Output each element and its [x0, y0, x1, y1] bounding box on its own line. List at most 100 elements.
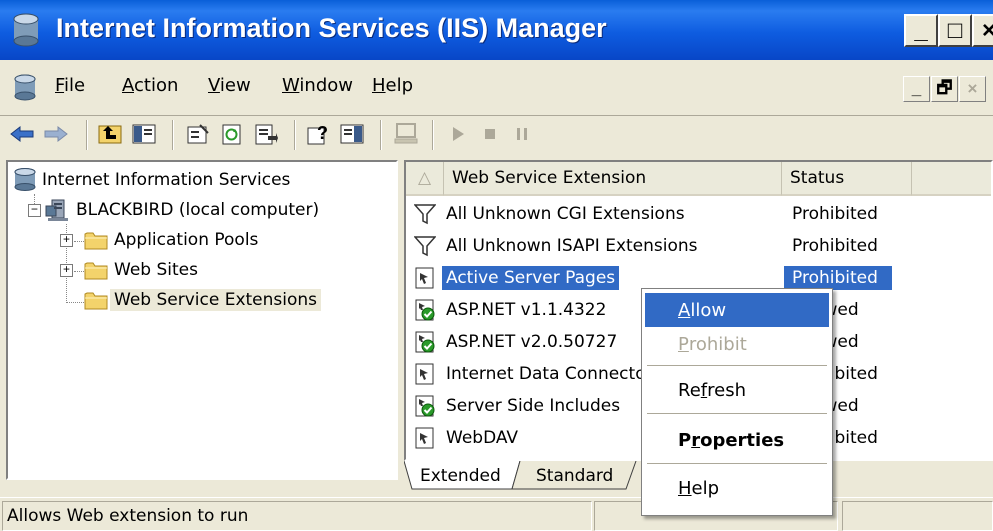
menu-file[interactable]: File	[55, 75, 85, 96]
play-icon[interactable]	[444, 120, 472, 148]
help-mnemonic: H	[678, 477, 692, 499]
menu-bar: File Action View Window Help _ 🗗 ×	[0, 60, 993, 116]
extension-icon	[414, 267, 436, 289]
properties-rest: operties	[700, 429, 785, 451]
menu-file-mnemonic: F	[55, 75, 65, 96]
menu-window-rest: indow	[299, 75, 353, 96]
status-bar: Allows Web extension to run	[0, 497, 993, 531]
help-icon[interactable]: ?	[304, 120, 332, 148]
tree-expander-web-sites[interactable]: +	[60, 264, 73, 277]
prohibit-mnemonic: P	[678, 333, 689, 355]
list-item-name: Active Server Pages	[442, 266, 620, 290]
properties-pre: P	[678, 429, 692, 451]
tree-pane[interactable]: Internet Information Services − BLACKBIR…	[6, 160, 398, 480]
show-action-pane-icon[interactable]	[338, 120, 366, 148]
stop-icon[interactable]	[476, 120, 504, 148]
menu-help-mnemonic: H	[372, 75, 386, 96]
folder-icon	[84, 232, 108, 250]
list-item-name: ASP.NET v1.1.4322	[446, 300, 607, 320]
tab-extended[interactable]: Extended	[410, 461, 511, 490]
context-menu-help[interactable]: Help	[645, 471, 829, 505]
tree-item-web-service-extensions-label: Web Service Extensions	[110, 289, 322, 311]
context-menu-separator	[647, 365, 827, 366]
tree-line	[66, 302, 86, 303]
column-header-extension[interactable]: Web Service Extension	[444, 162, 782, 196]
column-header-status[interactable]: Status	[782, 162, 912, 196]
column-header-empty	[912, 162, 991, 196]
allow-rest: llow	[690, 299, 727, 321]
mdi-minimize-button[interactable]: _	[903, 76, 930, 102]
menu-help-rest: elp	[385, 75, 414, 96]
console-icon[interactable]	[12, 74, 38, 102]
context-menu-separator	[647, 463, 827, 464]
allow-mnemonic: A	[678, 299, 691, 321]
tree-item-web-sites[interactable]: Web Sites	[84, 256, 202, 284]
list-item-status: Prohibited	[792, 236, 878, 256]
menu-action-mnemonic: A	[122, 75, 134, 96]
svg-text:?: ?	[317, 123, 328, 143]
toolbar-separator	[86, 120, 88, 150]
status-text: Allows Web extension to run	[2, 501, 592, 531]
menu-help[interactable]: Help	[372, 75, 413, 96]
tree-item-computer[interactable]: BLACKBIRD (local computer)	[44, 196, 323, 224]
list-item-name: Internet Data Connector	[446, 364, 653, 384]
forward-icon[interactable]	[42, 120, 70, 148]
menu-window[interactable]: Window	[282, 75, 353, 96]
list-item-status: Prohibited	[792, 204, 878, 224]
window-title: Internet Information Services (IIS) Mana…	[56, 13, 607, 43]
menu-file-rest: ile	[64, 75, 86, 96]
pause-icon[interactable]	[508, 120, 536, 148]
list-item-name: All Unknown ISAPI Extensions	[446, 236, 698, 256]
computer-icon[interactable]	[392, 120, 420, 148]
menu-action[interactable]: Action	[122, 75, 178, 96]
list-item[interactable]: All Unknown CGI Extensions Prohibited	[406, 198, 991, 230]
filter-icon	[413, 235, 437, 257]
up-level-icon[interactable]	[96, 120, 124, 148]
toolbar: ?	[0, 116, 993, 154]
mdi-close-button[interactable]: ×	[959, 76, 986, 102]
maximize-button[interactable]: □	[938, 14, 972, 47]
iis-node-icon	[14, 168, 36, 191]
tree-item-root[interactable]: Internet Information Services	[12, 166, 294, 194]
back-icon[interactable]	[8, 120, 36, 148]
context-menu-refresh[interactable]: Re f resh	[645, 373, 829, 407]
toolbar-separator	[172, 120, 174, 150]
list-item-status: Prohibited	[784, 266, 892, 290]
tree-item-application-pools-label: Application Pools	[114, 230, 259, 250]
tree-expander-computer[interactable]: −	[28, 204, 41, 217]
tree-item-web-service-extensions[interactable]: Web Service Extensions	[84, 286, 322, 314]
context-menu-properties[interactable]: Pr operties	[645, 423, 829, 457]
list-item-name: ASP.NET v2.0.50727	[446, 332, 618, 352]
menu-view-mnemonic: V	[208, 75, 220, 96]
toolbar-separator	[380, 120, 382, 150]
close-button[interactable]: ×	[972, 14, 993, 47]
refresh-icon[interactable]	[218, 120, 246, 148]
tree-item-root-label: Internet Information Services	[42, 170, 291, 190]
title-bar[interactable]: Internet Information Services (IIS) Mana…	[0, 0, 993, 60]
tree-expander-app-pools[interactable]: +	[60, 234, 73, 247]
extension-allowed-icon	[414, 331, 436, 353]
tab-standard[interactable]: Standard	[526, 461, 623, 490]
extension-allowed-icon	[414, 395, 436, 417]
minimize-button[interactable]: _	[904, 14, 938, 47]
list-item[interactable]: All Unknown ISAPI Extensions Prohibited	[406, 230, 991, 262]
export-list-icon[interactable]	[252, 120, 280, 148]
extension-allowed-icon	[414, 299, 436, 321]
filter-icon	[413, 203, 437, 225]
sort-column-header[interactable]: △	[406, 162, 444, 196]
context-menu-allow[interactable]: Allow	[645, 293, 829, 327]
context-menu-prohibit[interactable]: Prohibit	[645, 327, 829, 361]
context-menu: Allow Prohibit Re f resh Pr operties Help	[641, 288, 833, 516]
list-item-name: WebDAV	[446, 428, 519, 448]
help-rest: elp	[691, 477, 720, 499]
menu-view[interactable]: View	[208, 75, 251, 96]
status-panel-3	[842, 501, 993, 531]
prohibit-rest: rohibit	[688, 333, 747, 355]
menu-window-mnemonic: W	[282, 75, 300, 96]
properties-mnemonic: r	[691, 429, 701, 451]
properties-icon[interactable]	[184, 120, 212, 148]
mdi-restore-button[interactable]: 🗗	[931, 76, 958, 102]
server-icon	[45, 199, 68, 221]
tree-item-application-pools[interactable]: Application Pools	[84, 226, 262, 254]
show-hide-tree-icon[interactable]	[130, 120, 158, 148]
